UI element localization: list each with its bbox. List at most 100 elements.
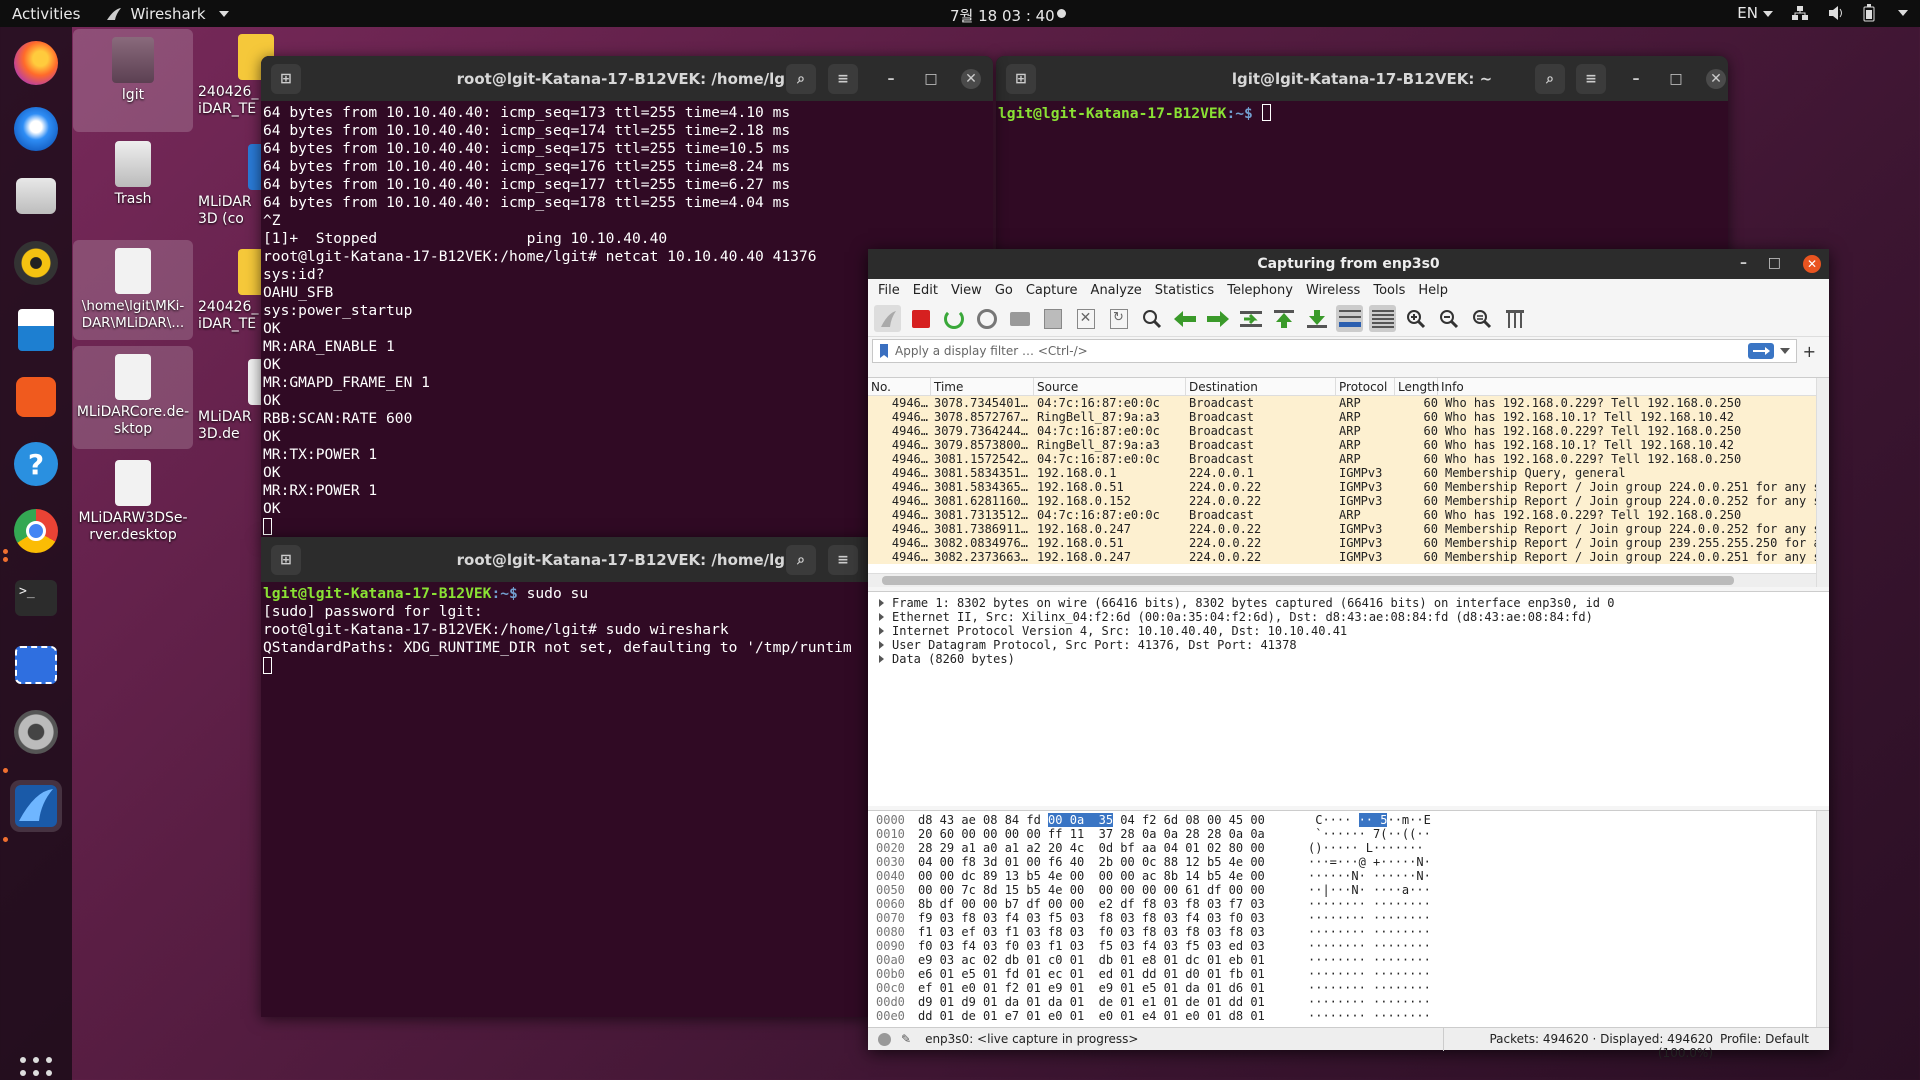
packet-row[interactable]: 4946… 3079.7364244… 04:7c:16:87:e0:0c Broad… [868,424,1829,438]
search-icon[interactable]: ⌕ [1535,64,1565,94]
maximize-icon[interactable]: □ [1666,69,1686,89]
new-tab-icon[interactable]: ⊞ [1006,64,1036,94]
capture-options-icon[interactable] [973,305,1000,332]
capture-comment-icon[interactable]: ✎ [901,1032,911,1046]
hex-bytes[interactable]: 20 60 00 00 00 00 ff 11 37 28 0a 0a 28 2… [918,827,1308,841]
desktop-icon-mlidarw3dserver[interactable]: MLiDARW3DSe-rver.desktop [73,452,193,543]
hex-bytes[interactable]: f9 03 f8 03 f4 03 f5 03 f8 03 f8 03 f4 0… [918,911,1308,925]
expand-arrow-icon[interactable] [879,613,884,621]
hex-ascii[interactable]: ········ ········ [1308,911,1431,925]
detail-tree-item[interactable]: User Datagram Protocol, Src Port: 41376,… [868,638,1829,652]
hex-bytes[interactable]: d9 01 d9 01 da 01 da 01 de 01 e1 01 de 0… [918,995,1308,1009]
hex-ascii[interactable]: ········ ········ [1308,1009,1431,1023]
minimize-icon[interactable]: – [1740,255,1747,271]
maximize-icon[interactable]: □ [921,69,941,89]
column-header-source[interactable]: Source [1034,378,1186,395]
terminal-output[interactable]: lgit@lgit-Katana-17-B12VEK:~$ [996,101,1728,123]
packet-row[interactable]: 4946… 3079.8573800… RingBell_87:9a:a3 Broad… [868,438,1829,452]
desktop-icon-mlidar3d-desktop[interactable]: MLiDAR 3D.de [198,355,272,445]
wireshark-titlebar[interactable]: Capturing from enp3s0 – □ ✕ [868,249,1829,279]
desktop-icon-mlidarcore[interactable]: MLiDARCore.de-sktop [73,346,193,449]
hamburger-menu-icon[interactable]: ≡ [828,545,858,575]
hex-ascii[interactable]: ········ ········ [1308,939,1431,953]
restart-capture-icon[interactable] [940,305,967,332]
hex-bytes[interactable]: 00 00 7c 8d 15 b5 4e 00 00 00 00 00 61 d… [918,883,1308,897]
horizontal-scrollbar[interactable] [868,573,1816,587]
hex-ascii[interactable]: C···· ·· 5··m··E [1308,813,1431,827]
dock-settings[interactable] [10,706,62,758]
minimize-icon[interactable]: – [1626,69,1646,89]
volume-icon[interactable] [1827,5,1845,21]
go-forward-icon[interactable] [1204,305,1231,332]
display-filter-bar[interactable]: Apply a display filter … <Ctrl-/> + [872,339,1816,363]
scrollbar-thumb[interactable] [882,576,1734,585]
expand-arrow-icon[interactable] [879,641,884,649]
menu-edit[interactable]: Edit [913,283,938,298]
dock-software-center[interactable] [10,371,62,423]
hex-bytes[interactable]: 8b df 00 00 b7 df 00 00 e2 df f8 03 f8 0… [918,897,1308,911]
desktop-icon-binary-file[interactable]: \home\lgit\MKi-DAR\MLiDAR\... [73,240,193,340]
search-icon[interactable]: ⌕ [786,545,816,575]
input-language-indicator[interactable]: EN [1737,4,1773,22]
zoom-in-icon[interactable] [1402,305,1429,332]
packet-row[interactable]: 4946… 3081.5834365… 192.168.0.51 224.0.0.22… [868,480,1829,494]
desktop-icon-trash[interactable]: Trash [73,133,193,213]
first-packet-icon[interactable] [1270,305,1297,332]
expand-arrow-icon[interactable] [879,627,884,635]
menu-statistics[interactable]: Statistics [1155,283,1214,298]
packet-details[interactable]: Frame 1: 8302 bytes on wire (66416 bits)… [868,591,1829,806]
vertical-scrollbar[interactable] [1816,378,1829,587]
menu-analyze[interactable]: Analyze [1091,283,1142,298]
battery-icon[interactable] [1863,4,1875,22]
packet-row[interactable]: 4946… 3081.7386911… 192.168.0.247 224.0.0.2… [868,522,1829,536]
zoom-out-icon[interactable] [1435,305,1462,332]
stop-capture-icon[interactable] [907,305,934,332]
packet-row[interactable]: 4946… 3081.6281160… 192.168.0.152 224.0.0.2… [868,494,1829,508]
status-profile[interactable]: Profile: Default [1720,1032,1809,1046]
packet-row[interactable]: 4946… 3081.5834351… 192.168.0.1 224.0.0.1 IG… [868,466,1829,480]
dock-thunderbird[interactable] [10,103,62,155]
hamburger-menu-icon[interactable]: ≡ [828,64,858,94]
colorize-icon[interactable] [1369,305,1396,332]
close-icon[interactable]: ✕ [1803,255,1821,273]
bookmark-icon[interactable] [877,343,891,359]
menu-telephony[interactable]: Telephony [1227,283,1293,298]
packet-row[interactable]: 4946… 3082.0834976… 192.168.0.51 224.0.0.22… [868,536,1829,550]
terminal-titlebar[interactable]: ⊞ root@lgit-Katana-17-B12VEK: /home/lgit… [261,56,993,101]
menu-help[interactable]: Help [1418,283,1448,298]
column-header-length[interactable]: Length [1395,378,1439,395]
minimize-icon[interactable]: – [881,69,901,89]
hex-ascii[interactable]: ···=···@ +·····N· [1308,855,1431,869]
detail-tree-item[interactable]: Data (8260 bytes) [868,652,1829,666]
menu-view[interactable]: View [951,283,982,298]
activities-button[interactable]: Activities [12,5,80,23]
hex-ascii[interactable]: `······ 7(··((·· [1308,827,1431,841]
hex-bytes[interactable]: 00 00 dc 89 13 b5 4e 00 00 00 ac 8b 14 b… [918,869,1308,883]
app-menu[interactable]: Wireshark [106,5,229,23]
terminal-titlebar[interactable]: ⊞ root@lgit-Katana-17-B12VEK: /home/lgit… [261,537,871,582]
hex-bytes[interactable]: e6 01 e5 01 fd 01 ec 01 ed 01 dd 01 d0 0… [918,967,1308,981]
close-icon[interactable]: ✕ [1706,69,1726,89]
column-header-protocol[interactable]: Protocol [1336,378,1395,395]
expert-info-icon[interactable] [878,1032,891,1046]
hex-bytes[interactable]: d8 43 ae 08 84 fd 00 0a 35 04 f2 6d 08 0… [918,813,1308,827]
filter-history-chevron-icon[interactable] [1780,348,1790,354]
close-file-icon[interactable]: ✕ [1072,305,1099,332]
menu-capture[interactable]: Capture [1026,283,1078,298]
dock-chrome[interactable] [10,505,62,557]
maximize-icon[interactable]: □ [1768,255,1781,271]
hex-ascii[interactable]: ········ ········ [1308,925,1431,939]
hex-bytes[interactable]: dd 01 de 01 e7 01 e0 01 e0 01 e4 01 e0 0… [918,1009,1308,1023]
desktop-icon-home[interactable]: lgit [73,29,193,132]
apply-filter-arrow-icon[interactable] [1748,343,1774,359]
clock[interactable]: 7월 18 03 : 40 [950,5,1055,26]
desktop-icon-mlidar3d[interactable]: MLiDAR 3D (co [198,140,272,230]
dock-rhythmbox[interactable] [10,237,62,289]
expand-arrow-icon[interactable] [879,599,884,607]
add-filter-button-icon[interactable]: + [1803,342,1816,361]
dock-help[interactable]: ? [10,438,62,490]
dock-firefox[interactable] [10,37,62,89]
dock-wireshark[interactable] [10,780,62,832]
go-back-icon[interactable] [1171,305,1198,332]
terminal-window-root-2[interactable]: ⊞ root@lgit-Katana-17-B12VEK: /home/lgit… [261,537,871,1017]
